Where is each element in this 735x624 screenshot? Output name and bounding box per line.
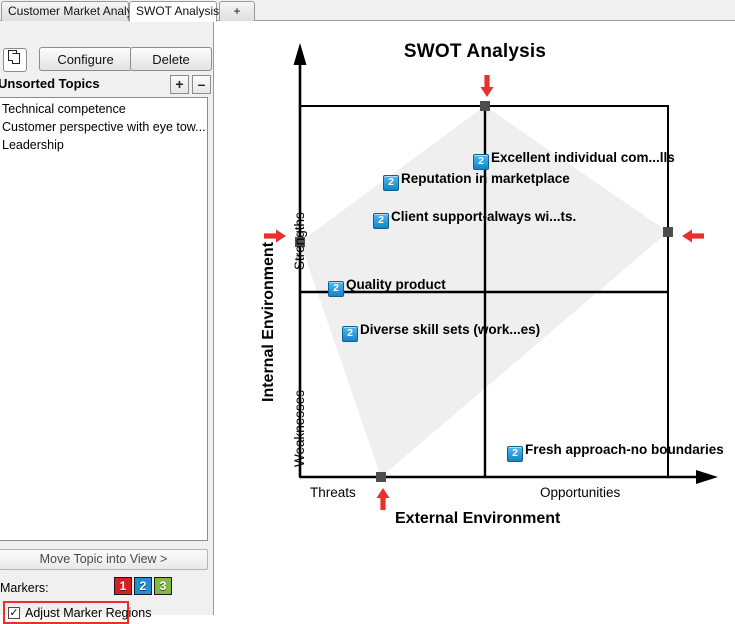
topic-point[interactable]: 2 Diverse skill sets (work...es) — [342, 322, 540, 342]
copy-pages-icon — [8, 50, 20, 64]
sidebar-toolbar: Configure Delete — [0, 21, 213, 72]
markers-row: Markers: 1 2 3 — [0, 577, 209, 601]
marker-chip-number: 2 — [139, 579, 147, 593]
adjust-marker-regions-checkbox[interactable]: ✓ — [8, 607, 20, 619]
tab-label: SWOT Analysis — [136, 4, 220, 18]
x-quadrant-label-opportunities: Opportunities — [540, 485, 621, 500]
move-topic-label: Move Topic into View > — [39, 552, 168, 566]
marker-chip-3[interactable]: 3 — [154, 577, 172, 595]
topic-point-label: Diverse skill sets (work...es) — [360, 322, 541, 337]
marker-badge-icon: 2 — [373, 213, 389, 229]
tab-new[interactable]: + — [219, 1, 255, 21]
marker-badge-icon: 2 — [342, 326, 358, 342]
y-axis-title: Internal Environment — [260, 241, 277, 402]
tab-customer-market-analysis[interactable]: Customer Market Analysis — [1, 1, 147, 21]
tab-swot-analysis[interactable]: SWOT Analysis — [129, 1, 220, 22]
topic-point[interactable]: 2 Excellent individual com...lls — [473, 150, 675, 170]
pointer-top — [480, 75, 494, 97]
list-item[interactable]: Leadership — [1, 136, 207, 154]
topic-point[interactable]: 2 Client support-always wi...ts. — [373, 209, 576, 229]
add-topic-label: + — [175, 76, 184, 92]
marker-chip-1[interactable]: 1 — [114, 577, 132, 595]
swot-chart-canvas[interactable]: SWOT Analysis Strengths Weaknesses Inter… — [215, 21, 735, 615]
markers-label: Markers: — [0, 581, 49, 595]
adjust-marker-regions-label: Adjust Marker Regions — [25, 606, 152, 620]
sidebar: Configure Delete Unsorted Topics + – Tec… — [0, 21, 214, 624]
add-topic-button[interactable]: + — [170, 75, 189, 94]
list-item[interactable]: Technical competence — [1, 100, 207, 118]
topic-point-label: Reputation in marketplace — [401, 171, 570, 186]
topic-point-label: Quality product — [346, 277, 446, 292]
remove-topic-button[interactable]: – — [192, 75, 211, 94]
y-quadrant-label-strengths: Strengths — [292, 212, 307, 270]
marker-chip-number: 1 — [119, 579, 127, 593]
list-item[interactable]: Customer perspective with eye tow... — [1, 118, 207, 136]
x-axis-arrowhead — [696, 470, 718, 484]
marker-badge-icon: 2 — [383, 175, 399, 191]
topic-point[interactable]: 2 Fresh approach-no boundaries — [507, 442, 724, 462]
tab-strip: Customer Market Analysis SWOT Analysis + — [0, 0, 735, 22]
pointer-right — [682, 229, 704, 243]
topic-point-label: Excellent individual com...lls — [491, 150, 675, 165]
adjust-marker-regions-highlight: ✓ Adjust Marker Regions — [3, 601, 151, 624]
configure-label: Configure — [57, 52, 114, 67]
unsorted-topics-header: Unsorted Topics + – — [0, 75, 211, 96]
unsorted-topics-title: Unsorted Topics — [0, 76, 100, 91]
topic-point[interactable]: 2 Reputation in marketplace — [383, 171, 570, 191]
remove-topic-label: – — [197, 76, 206, 92]
delete-label: Delete — [152, 52, 190, 67]
pointer-left — [264, 229, 286, 243]
unsorted-topics-list[interactable]: Technical competence Customer perspectiv… — [0, 97, 208, 541]
x-axis-title: External Environment — [395, 510, 561, 527]
x-quadrant-label-threats: Threats — [310, 485, 356, 500]
delete-button[interactable]: Delete — [130, 47, 212, 71]
y-quadrant-label-weaknesses: Weaknesses — [292, 389, 307, 467]
y-axis-arrowhead — [293, 43, 307, 65]
marker-chip-2[interactable]: 2 — [134, 577, 152, 595]
tab-label: + — [233, 4, 241, 18]
marker-badge-icon: 2 — [328, 281, 344, 297]
topic-point[interactable]: 2 Quality product — [328, 277, 446, 297]
configure-button[interactable]: Configure — [39, 47, 132, 71]
topic-point-label: Fresh approach-no boundaries — [525, 442, 724, 457]
tab-label: Customer Market Analysis — [8, 4, 148, 18]
marker-badge-icon: 2 — [507, 446, 523, 462]
move-topic-into-view-button[interactable]: Move Topic into View > — [0, 549, 208, 570]
handle-top[interactable] — [480, 101, 490, 111]
copy-pages-icon-button[interactable] — [3, 48, 27, 72]
handle-bottom[interactable] — [376, 472, 386, 482]
marker-chip-number: 3 — [159, 579, 167, 593]
pointer-bottom — [376, 488, 390, 510]
checkmark-icon: ✓ — [9, 607, 19, 619]
topic-point-label: Client support-always wi...ts. — [391, 209, 577, 224]
marker-badge-icon: 2 — [473, 154, 489, 170]
handle-right[interactable] — [663, 227, 673, 237]
